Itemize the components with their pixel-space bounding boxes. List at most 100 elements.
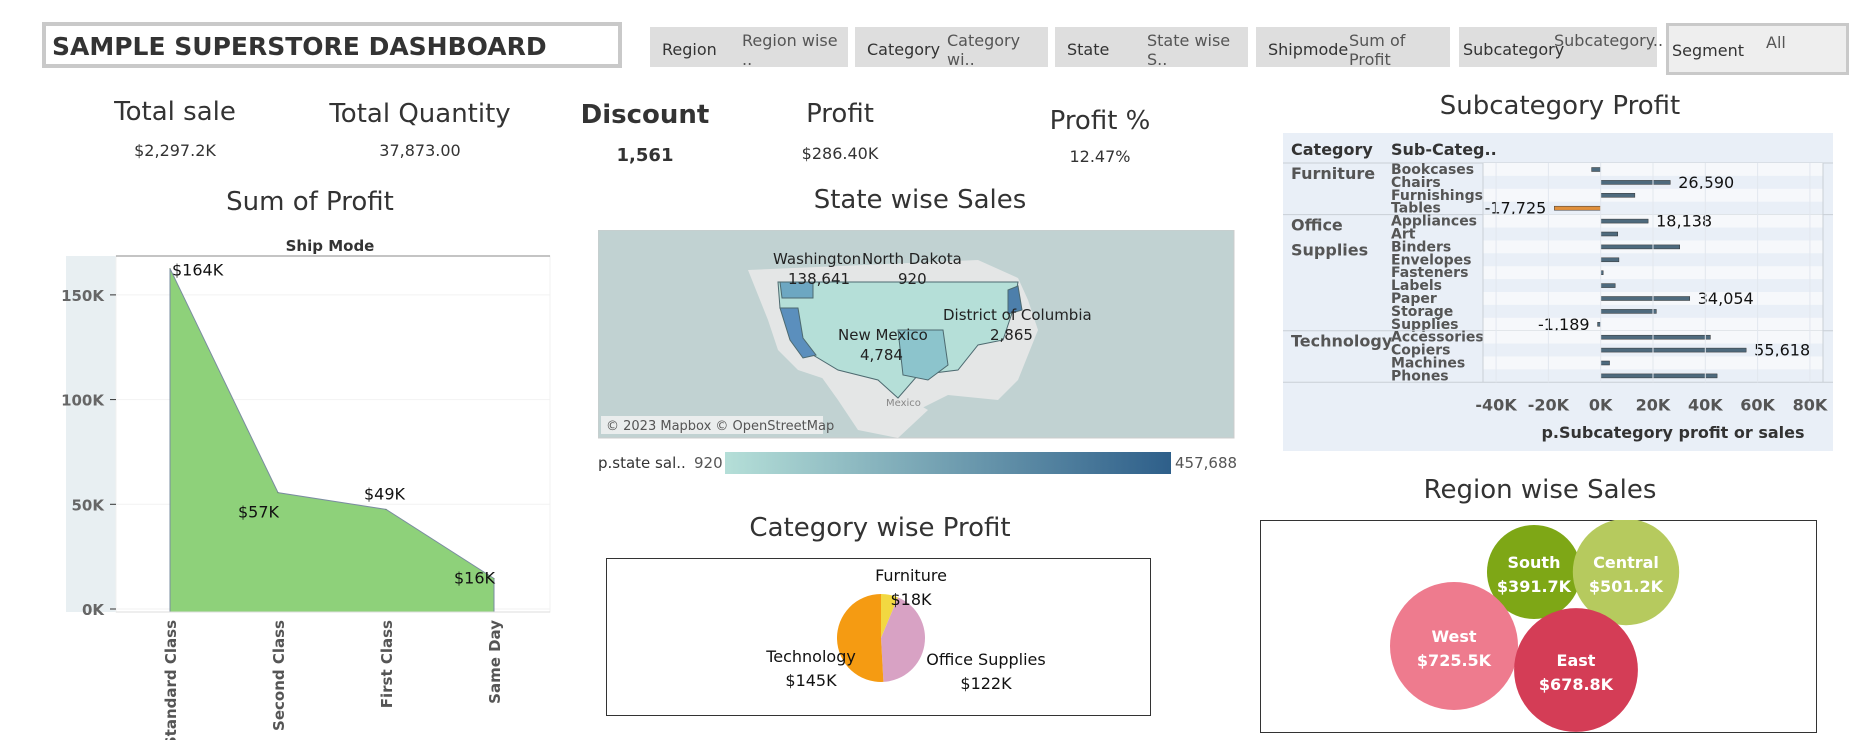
filter-category-label: Category	[867, 40, 941, 59]
bar-labels	[1600, 283, 1616, 288]
x-tick-label: Same Day	[486, 620, 504, 704]
bar-accessories	[1600, 334, 1711, 340]
kpi-total-quantity-value: 37,873.00	[379, 141, 461, 160]
x-tick-label: 0K	[1589, 395, 1613, 414]
subcat-profit-chart: Category Sub-Categ.. Furniture BookcasesC…	[1283, 133, 1833, 451]
filter-state-value: State wise S..	[1147, 31, 1231, 69]
legend-label: p.state sal..	[598, 454, 686, 472]
x-tick-label: 60K	[1740, 395, 1775, 414]
state-sales-title: State wise Sales	[813, 185, 1027, 215]
filter-state[interactable]: State State wise S..	[1055, 27, 1248, 69]
kpi-profit-title: Profit	[806, 99, 874, 129]
filter-region-value: Region wise ..	[742, 31, 838, 69]
region-sales-bubbles: South $391.7K Central $501.2K West $725.5K Eas…	[1390, 520, 1680, 732]
category-label-office-supplies: Office	[1291, 216, 1343, 235]
filter-shipmode[interactable]: Shipmode Sum of Profit	[1256, 27, 1450, 69]
bubble-name-west: West	[1431, 627, 1476, 646]
area-point	[385, 508, 387, 510]
x-tick-label: 20K	[1636, 395, 1671, 414]
x-tick-label: 80K	[1793, 395, 1828, 414]
filter-subcategory-label: Subcategory	[1463, 40, 1565, 59]
map-attribution[interactable]: © 2023 Mapbox © OpenStreetMap	[606, 419, 834, 434]
kpi-discount-value: 1,561	[616, 145, 674, 166]
map-value-new-mexico: 4,784	[860, 346, 903, 364]
x-tick-label: -40K	[1475, 395, 1517, 414]
map-label-washington: Washington	[773, 250, 861, 268]
filter-state-label: State	[1067, 40, 1110, 59]
bar-phones	[1600, 373, 1718, 379]
filter-subcategory[interactable]: Subcategory Subcategory..	[1459, 27, 1663, 67]
category-label-technology: Technology	[1291, 332, 1393, 351]
legend-max: 457,688	[1175, 454, 1237, 472]
x-tick-label: -20K	[1528, 395, 1570, 414]
map-value-washington: 138,641	[788, 270, 850, 288]
ship-mode-header: Ship Mode	[286, 237, 375, 255]
pie-name-technology: Technology	[765, 647, 856, 666]
x-tick-label: Standard Class	[162, 620, 180, 740]
pie-name-furniture: Furniture	[875, 566, 947, 585]
filter-segment-label: Segment	[1672, 41, 1744, 60]
bubble-value-east: $678.8K	[1539, 675, 1614, 694]
bar-binders	[1600, 244, 1680, 250]
bubble-west	[1390, 582, 1518, 710]
y-tick-label: 150K	[61, 287, 105, 305]
legend-min: 920	[694, 454, 723, 472]
map-label-north-dakota: North Dakota	[862, 250, 962, 268]
kpi-profit-value: $286.40K	[801, 144, 879, 163]
map-value-north-dakota: 920	[898, 270, 927, 288]
bubble-value-south: $391.7K	[1497, 577, 1572, 596]
area-point	[169, 268, 171, 270]
sum-profit-chart: Ship Mode 0K 50K 100K 150K $164K Standard Cla…	[61, 237, 551, 740]
bar-label-appliances: 18,138	[1656, 212, 1712, 231]
bar-furnishings	[1600, 193, 1636, 198]
bar-envelopes	[1600, 257, 1620, 263]
data-label: $49K	[364, 484, 406, 503]
legend-color-ramp	[725, 452, 1171, 474]
filter-category-value: Category wi..	[947, 31, 1021, 69]
pie-name-office-supplies: Office Supplies	[926, 650, 1045, 669]
kpi-discount-title: Discount	[580, 100, 710, 130]
pie-value-office-supplies: $122K	[960, 674, 1012, 693]
bar-tables	[1554, 205, 1601, 211]
y-tick-label: 0K	[82, 601, 105, 619]
kpi-total-sale-title: Total sale	[114, 97, 236, 127]
filter-region-label: Region	[662, 40, 717, 59]
bubble-name-south: South	[1508, 553, 1561, 572]
map-value-dc: 2,865	[990, 326, 1033, 344]
map-label-mexico: Mexico	[886, 398, 921, 409]
bar-art	[1600, 231, 1619, 237]
area-point	[277, 492, 279, 494]
bar-label-paper: 34,054	[1698, 289, 1754, 308]
kpi-profit-pct-title: Profit %	[1049, 106, 1151, 136]
dashboard-title: SAMPLE SUPERSTORE DASHBOARD	[42, 22, 622, 68]
sum-profit-title: Sum of Profit	[226, 187, 394, 217]
filter-segment[interactable]: Segment All	[1666, 23, 1849, 75]
filter-subcategory-value: Subcategory..	[1554, 31, 1664, 50]
filter-shipmode-value: Sum of Profit	[1349, 31, 1406, 69]
bar-bookcases	[1591, 167, 1601, 172]
bubble-value-west: $725.5K	[1417, 651, 1492, 670]
map-label-new-mexico: New Mexico	[838, 326, 928, 344]
subcat-header-category: Category	[1291, 140, 1373, 159]
x-tick-label: Second Class	[270, 620, 288, 731]
category-profit-title: Category wise Profit	[749, 513, 1011, 543]
data-label: $16K	[454, 568, 496, 587]
filter-shipmode-label: Shipmode	[1268, 40, 1349, 59]
filter-category[interactable]: Category Category wi..	[855, 27, 1048, 69]
y-tick-label: 100K	[61, 392, 105, 410]
bubble-value-central: $501.2K	[1589, 577, 1664, 596]
pie-value-technology: $145K	[785, 671, 837, 690]
region-sales-title: Region wise Sales	[1423, 475, 1657, 505]
bar-paper	[1600, 296, 1691, 301]
bubble-east	[1514, 608, 1638, 732]
data-label: $57K	[238, 503, 280, 522]
kpi-total-quantity-title: Total Quantity	[329, 99, 511, 129]
x-tick-label: First Class	[378, 620, 396, 708]
subcat-profit-title: Subcategory Profit	[1439, 91, 1681, 121]
filter-region[interactable]: Region Region wise ..	[650, 27, 848, 69]
filter-segment-value: All	[1766, 33, 1786, 52]
kpi-total-sale-value: $2,297.2K	[134, 141, 216, 160]
y-axis-band	[66, 256, 116, 612]
subcat-header-subcategory: Sub-Categ..	[1391, 140, 1497, 159]
bubble-name-east: East	[1557, 651, 1596, 670]
